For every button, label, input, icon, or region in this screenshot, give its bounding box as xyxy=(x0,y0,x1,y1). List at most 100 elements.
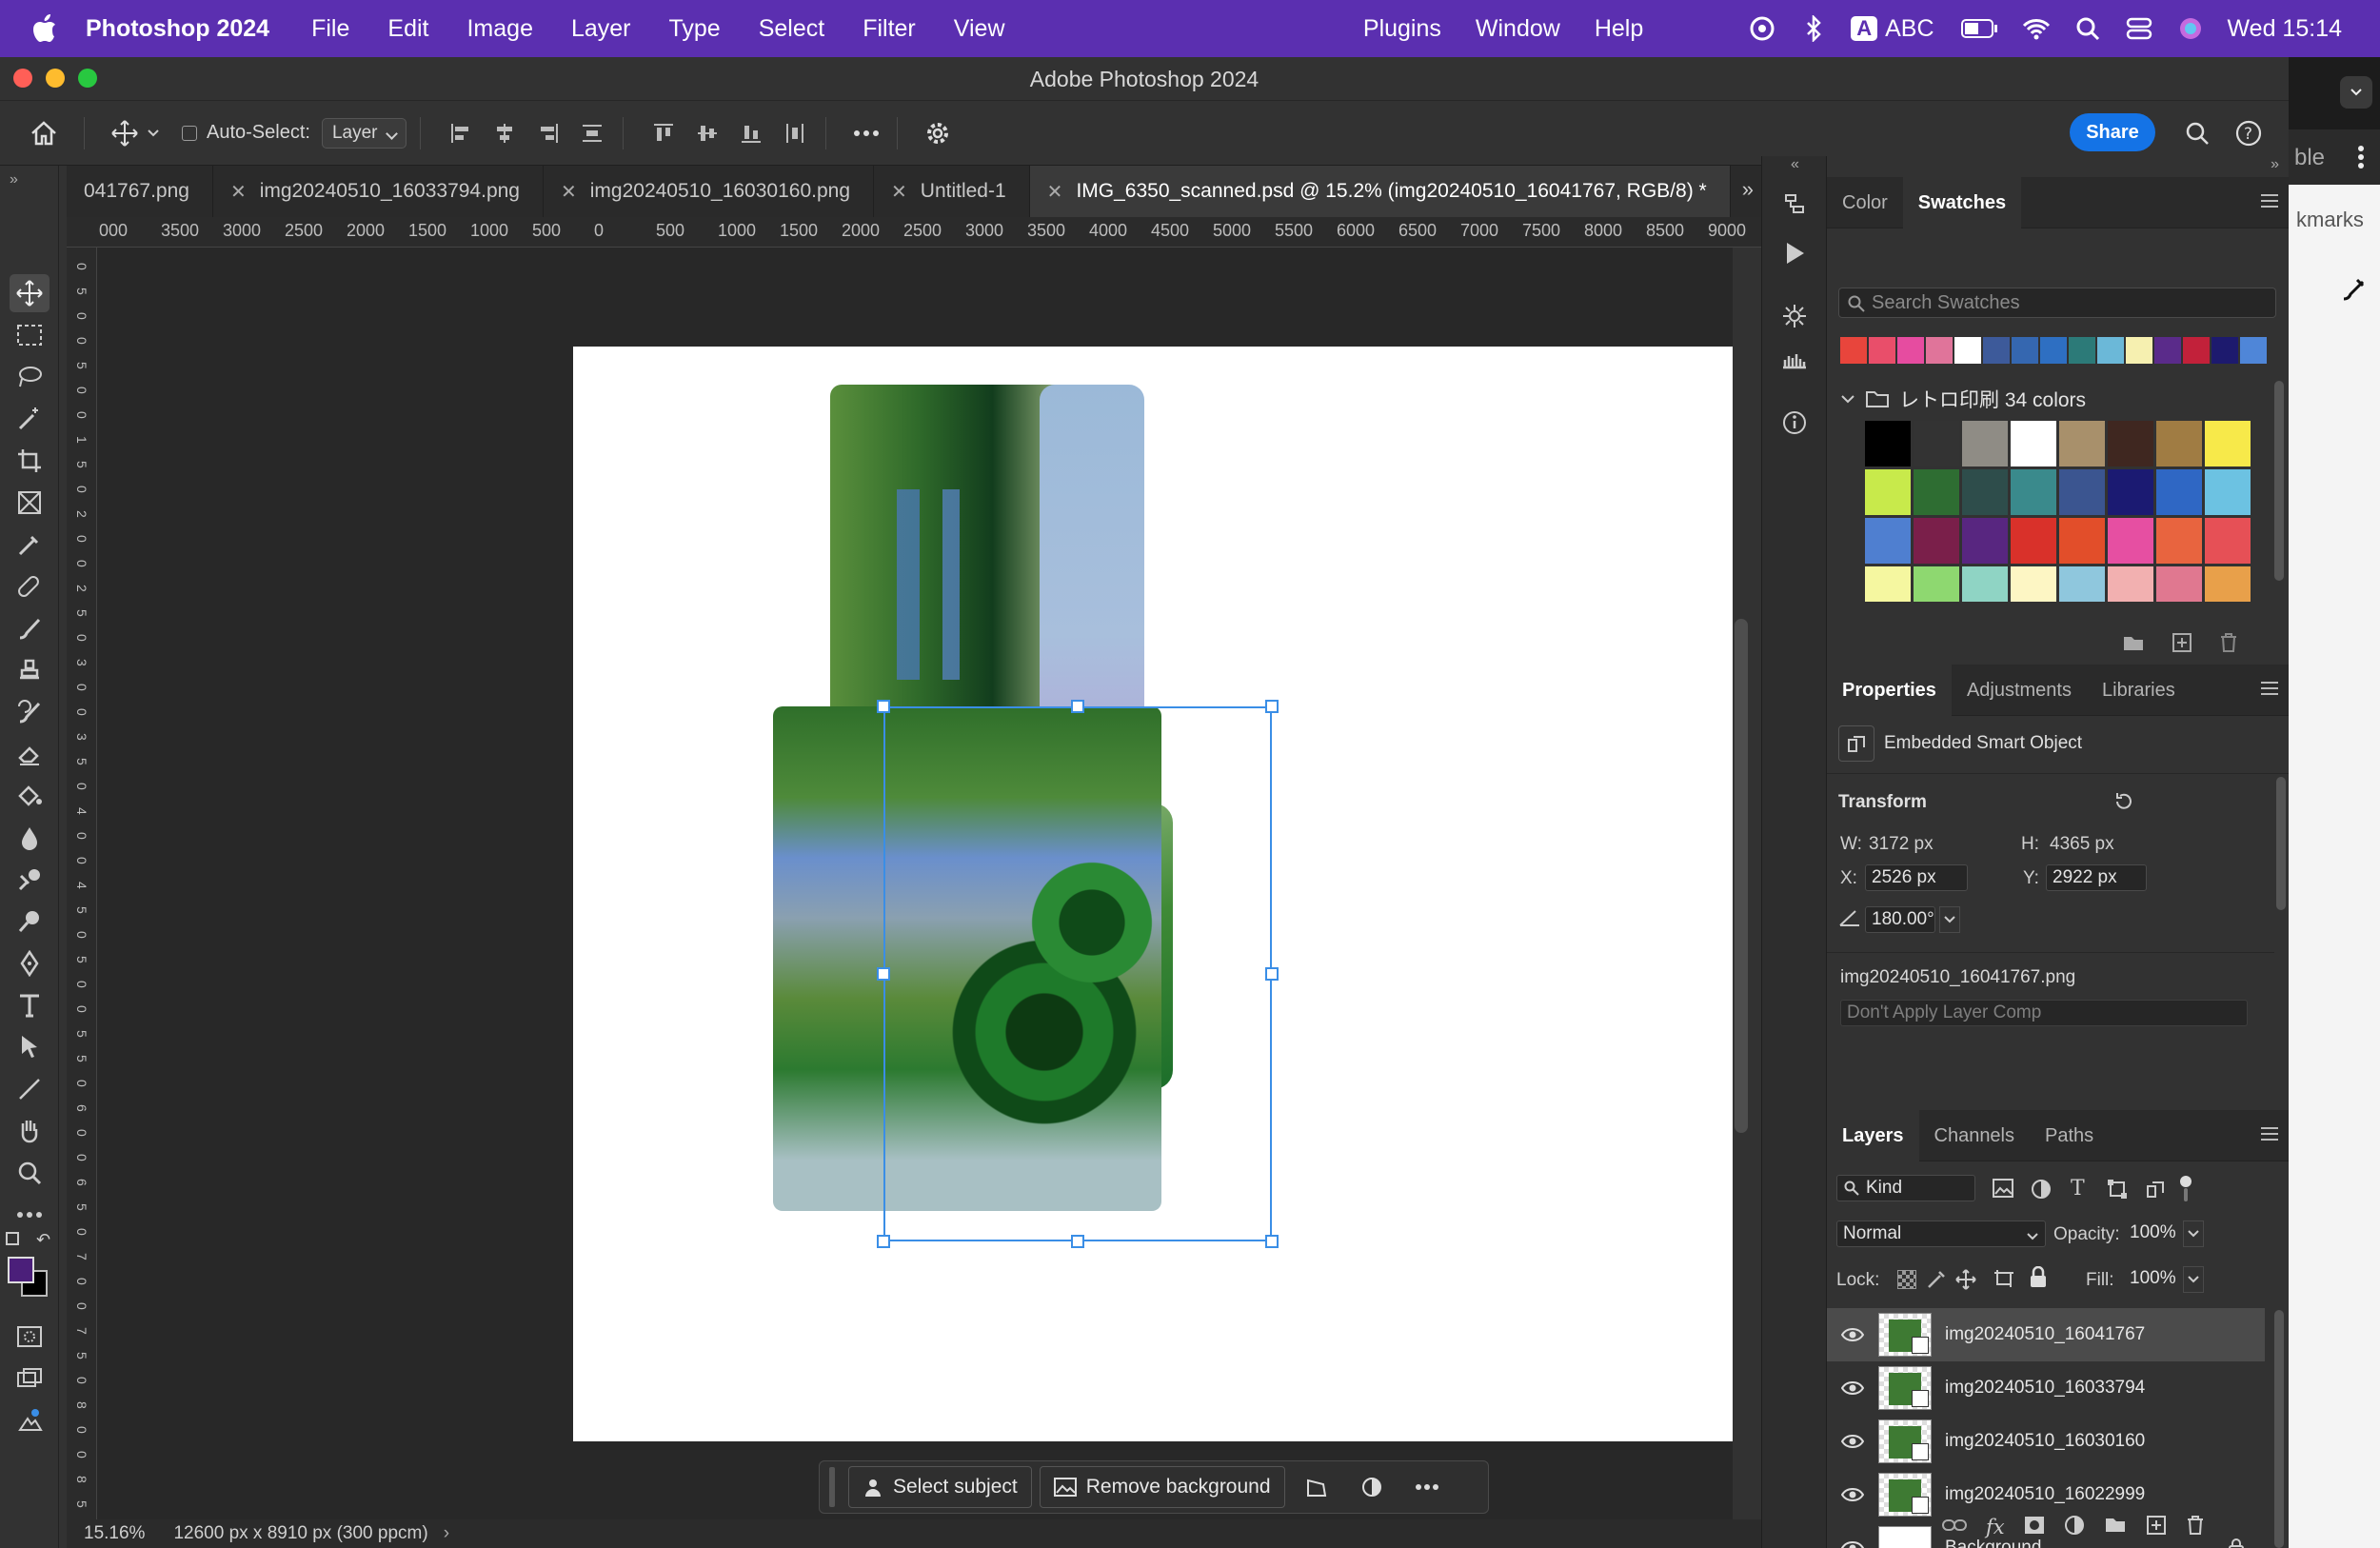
menu-window[interactable]: Window xyxy=(1476,15,1560,43)
layer-name[interactable]: img20240510_16030160 xyxy=(1945,1431,2145,1452)
swatch[interactable] xyxy=(2059,566,2105,602)
new-group-folder-icon[interactable] xyxy=(2122,634,2145,658)
distribute-vertically-icon[interactable] xyxy=(575,116,609,150)
layer-name[interactable]: img20240510_16022999 xyxy=(1945,1484,2145,1505)
swatch[interactable] xyxy=(1914,566,1959,602)
panel-menu-icon[interactable] xyxy=(2261,682,2278,695)
canvas-area[interactable]: Select subject Remove background xyxy=(97,248,1733,1548)
swatch[interactable] xyxy=(1954,337,1981,364)
eye-icon[interactable] xyxy=(1838,1434,1867,1449)
swatch[interactable] xyxy=(2059,421,2105,466)
swatch[interactable] xyxy=(1926,337,1953,364)
panel-menu-icon[interactable] xyxy=(2261,1127,2278,1141)
swatch-group-header[interactable]: レトロ印刷 34 colors xyxy=(1840,385,2086,413)
histogram-icon[interactable] xyxy=(1777,343,1812,377)
swatch[interactable] xyxy=(1983,337,2010,364)
swatch[interactable] xyxy=(2011,518,2056,564)
filter-toggle-icon[interactable] xyxy=(2179,1175,2192,1208)
zoom-level[interactable]: 15.16% xyxy=(84,1523,145,1544)
tab-color[interactable]: Color xyxy=(1827,177,1903,228)
swatch[interactable] xyxy=(2059,518,2105,564)
help-icon[interactable]: ? xyxy=(2231,116,2266,150)
layer-name[interactable]: img20240510_16041767 xyxy=(1945,1324,2145,1345)
transform-handle-bottom-left[interactable] xyxy=(877,1235,890,1248)
home-icon[interactable] xyxy=(27,116,61,150)
creative-cloud-icon[interactable] xyxy=(1748,14,1776,43)
swatch[interactable] xyxy=(2183,337,2210,364)
tab-libraries[interactable]: Libraries xyxy=(2087,665,2191,716)
document-canvas[interactable] xyxy=(573,347,1733,1441)
transform-handle-top-right[interactable] xyxy=(1265,700,1279,713)
align-right-edges-icon[interactable] xyxy=(531,116,565,150)
edit-toolbar-icon[interactable] xyxy=(10,1196,50,1234)
menu-layer[interactable]: Layer xyxy=(571,15,631,43)
swatch[interactable] xyxy=(1914,518,1959,564)
object-selection-tool[interactable] xyxy=(10,400,50,438)
lock-image-pixels-icon[interactable] xyxy=(1926,1268,1947,1294)
layer-row[interactable]: img20240510_16030160 xyxy=(1827,1415,2265,1468)
x-position-input[interactable]: 2526 px xyxy=(1865,864,1968,891)
swatch[interactable] xyxy=(2156,469,2202,515)
layer-style-fx-icon[interactable]: fx xyxy=(1986,1516,2005,1538)
crop-tool[interactable] xyxy=(10,442,50,480)
transform-handle-bottom-right[interactable] xyxy=(1265,1235,1279,1248)
chevron-down-icon[interactable] xyxy=(2183,1221,2204,1247)
lasso-tool[interactable] xyxy=(10,358,50,396)
history-panel-icon[interactable] xyxy=(1777,187,1812,221)
doc-tab-2[interactable]: ✕ img20240510_16033794.png xyxy=(213,166,544,217)
pen-tool[interactable] xyxy=(10,944,50,982)
burn-tool[interactable] xyxy=(10,903,50,941)
new-group-icon[interactable] xyxy=(2104,1516,2127,1539)
layer-name[interactable]: img20240510_16033794 xyxy=(1945,1378,2145,1399)
swatch[interactable] xyxy=(2205,421,2251,466)
remove-background-button[interactable]: Remove background xyxy=(1039,1466,1285,1508)
info-icon[interactable] xyxy=(1777,406,1812,440)
lock-all-icon[interactable] xyxy=(2029,1265,2048,1294)
menu-edit[interactable]: Edit xyxy=(387,15,428,43)
bluetooth-icon[interactable] xyxy=(1799,14,1828,43)
actions-play-icon[interactable] xyxy=(1777,236,1812,270)
swatch[interactable] xyxy=(2240,337,2267,364)
close-tab-icon[interactable]: ✕ xyxy=(561,180,577,204)
menu-filter[interactable]: Filter xyxy=(863,15,916,43)
swatch[interactable] xyxy=(2108,518,2153,564)
chevron-down-icon[interactable] xyxy=(2183,1266,2204,1293)
tab-adjustments[interactable]: Adjustments xyxy=(1952,665,2087,716)
delete-layer-icon[interactable] xyxy=(2186,1515,2205,1540)
close-tab-icon[interactable]: ✕ xyxy=(1047,180,1063,204)
foreground-color-swatch[interactable] xyxy=(8,1257,34,1283)
close-tab-icon[interactable]: ✕ xyxy=(891,180,907,204)
swatch[interactable] xyxy=(2205,469,2251,515)
zoom-tool[interactable] xyxy=(10,1154,50,1192)
search-icon[interactable] xyxy=(2180,116,2214,150)
swatch[interactable] xyxy=(2205,566,2251,602)
swatch[interactable] xyxy=(2011,469,2056,515)
close-window-button[interactable] xyxy=(13,69,32,88)
search-swatches-input[interactable]: Search Swatches xyxy=(1838,288,2276,318)
swatch[interactable] xyxy=(1869,337,1895,364)
swatch[interactable] xyxy=(2059,469,2105,515)
y-position-input[interactable]: 2922 px xyxy=(2046,864,2147,891)
swatches-scrollbar[interactable] xyxy=(2274,381,2284,581)
tab-paths[interactable]: Paths xyxy=(2030,1110,2109,1161)
blur-tool[interactable] xyxy=(10,819,50,857)
swatch[interactable] xyxy=(1914,421,1959,466)
path-selection-tool[interactable] xyxy=(10,1028,50,1066)
collapse-panel-icon[interactable]: « xyxy=(1791,156,1799,173)
menu-help[interactable]: Help xyxy=(1595,15,1643,43)
collapse-panel-icon[interactable]: » xyxy=(10,171,18,189)
tab-properties[interactable]: Properties xyxy=(1827,664,1952,716)
new-layer-icon[interactable] xyxy=(2146,1515,2167,1540)
auto-select-checkbox[interactable] xyxy=(182,125,197,141)
swatch[interactable] xyxy=(2011,421,2056,466)
filter-smart-objects-icon[interactable] xyxy=(2145,1179,2166,1204)
transform-handle-right[interactable] xyxy=(1265,967,1279,981)
paintbrush-icon[interactable] xyxy=(2340,276,2367,308)
dodge-tool[interactable] xyxy=(10,861,50,899)
collapse-panels-icon[interactable]: » xyxy=(2271,156,2279,173)
swatch[interactable] xyxy=(2156,518,2202,564)
zoom-window-button[interactable] xyxy=(78,69,97,88)
wifi-icon[interactable] xyxy=(2022,14,2051,43)
more-tabs-icon[interactable]: » xyxy=(1742,177,1754,202)
transform-handle-top[interactable] xyxy=(1071,700,1084,713)
